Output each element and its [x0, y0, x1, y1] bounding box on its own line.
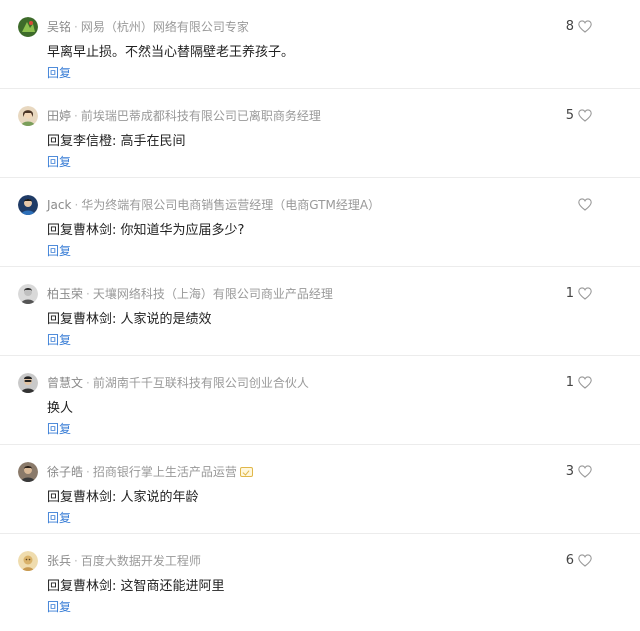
like-button[interactable]: 8 [566, 17, 592, 35]
heart-icon [578, 108, 592, 122]
author-title: 百度大数据开发工程师 [80, 554, 201, 568]
reply-button[interactable]: 回复 [47, 64, 71, 82]
comment-item: Jack · 华为终端有限公司电商销售运营经理（电商GTM经理A） 回复曹林剑: 你… [0, 178, 640, 267]
comment-item: 曾慧文 · 前湖南千千互联科技有限公司创业合伙人 换人 回复 1 [0, 356, 640, 445]
heart-icon [578, 375, 592, 389]
author-name[interactable]: 吴铭 [47, 20, 71, 34]
comment-text: 回复曹林剑: 这智商还能进阿里 [47, 579, 225, 594]
author-name[interactable]: 田婷 [47, 109, 71, 123]
separator-dot: · [74, 109, 78, 123]
reply-button[interactable]: 回复 [47, 420, 71, 438]
separator-dot: · [74, 20, 78, 34]
like-button[interactable] [568, 195, 592, 213]
reply-button[interactable]: 回复 [47, 153, 71, 171]
separator-dot: · [86, 376, 90, 390]
avatar[interactable] [18, 17, 38, 37]
avatar[interactable] [18, 284, 38, 304]
separator-dot: · [74, 554, 78, 568]
avatar[interactable] [18, 106, 38, 126]
like-button[interactable]: 5 [566, 106, 592, 124]
heart-icon [578, 197, 592, 211]
author-name[interactable]: 柏玉荣 [47, 287, 83, 301]
comment-list: 吴铭 · 网易（杭州）网络有限公司专家 早离早止损。不然当心替隔壁老王养孩子。 回复… [0, 0, 640, 629]
like-count: 5 [565, 107, 574, 123]
heart-icon [578, 553, 592, 567]
comment-item: 徐子皓 · 招商银行掌上生活产品运营 回复曹林剑: 人家说的年龄 回复 3 [0, 445, 640, 534]
verified-badge-icon [239, 467, 253, 477]
comment-text: 换人 [47, 401, 74, 416]
reply-button[interactable]: 回复 [47, 509, 71, 527]
comment-item: 田婷 · 前埃瑞巴蒂成都科技有限公司已离职商务经理 回复李信橙: 高手在民间 回复 … [0, 89, 640, 178]
author-title: 天壤网络科技（上海）有限公司商业产品经理 [92, 287, 333, 301]
comment-meta: 田婷 · 前埃瑞巴蒂成都科技有限公司已离职商务经理 [47, 106, 321, 126]
reply-button[interactable]: 回复 [47, 242, 71, 260]
heart-icon [578, 464, 592, 478]
reply-button[interactable]: 回复 [47, 598, 71, 616]
comment-meta: 柏玉荣 · 天壤网络科技（上海）有限公司商业产品经理 [47, 284, 333, 304]
author-name[interactable]: 徐子皓 [47, 465, 83, 479]
comment-meta: 徐子皓 · 招商银行掌上生活产品运营 [47, 462, 253, 482]
separator-dot: · [86, 465, 90, 479]
comment-text: 回复曹林剑: 人家说的是绩效 [47, 312, 212, 327]
comment-text: 回复李信橙: 高手在民间 [47, 134, 186, 149]
comment-text: 回复曹林剑: 你知道华为应届多少? [47, 223, 245, 238]
heart-icon [578, 19, 592, 33]
comment-meta: 曾慧文 · 前湖南千千互联科技有限公司创业合伙人 [47, 373, 309, 393]
author-title: 前埃瑞巴蒂成都科技有限公司已离职商务经理 [80, 109, 321, 123]
like-button[interactable]: 6 [566, 551, 592, 569]
comment-meta: Jack · 华为终端有限公司电商销售运营经理（电商GTM经理A） [47, 195, 380, 215]
comment-meta: 吴铭 · 网易（杭州）网络有限公司专家 [47, 17, 249, 37]
like-count: 1 [565, 374, 574, 390]
separator-dot: · [74, 198, 79, 212]
like-button[interactable]: 3 [566, 462, 592, 480]
author-name[interactable]: 张兵 [47, 554, 71, 568]
separator-dot: · [86, 287, 90, 301]
author-name[interactable]: Jack [47, 198, 71, 212]
comment-meta: 张兵 · 百度大数据开发工程师 [47, 551, 201, 571]
avatar[interactable] [18, 373, 38, 393]
avatar[interactable] [18, 551, 38, 571]
avatar[interactable] [18, 462, 38, 482]
heart-icon [578, 286, 592, 300]
comment-item: 吴铭 · 网易（杭州）网络有限公司专家 早离早止损。不然当心替隔壁老王养孩子。 回复… [0, 0, 640, 89]
like-button[interactable]: 1 [566, 284, 592, 302]
like-count: 3 [565, 463, 574, 479]
comment-item: 张兵 · 百度大数据开发工程师 回复曹林剑: 这智商还能进阿里 回复 6 [0, 534, 640, 629]
avatar[interactable] [18, 195, 38, 215]
like-button[interactable]: 1 [566, 373, 592, 391]
like-count: 8 [565, 18, 574, 34]
comment-text: 回复曹林剑: 人家说的年龄 [47, 490, 199, 505]
like-count: 6 [565, 552, 574, 568]
author-name[interactable]: 曾慧文 [47, 376, 83, 390]
reply-button[interactable]: 回复 [47, 331, 71, 349]
like-count: 1 [565, 285, 574, 301]
author-title: 招商银行掌上生活产品运营 [92, 465, 237, 479]
author-title: 前湖南千千互联科技有限公司创业合伙人 [92, 376, 309, 390]
comment-item: 柏玉荣 · 天壤网络科技（上海）有限公司商业产品经理 回复曹林剑: 人家说的是绩效 … [0, 267, 640, 356]
author-title: 华为终端有限公司电商销售运营经理（电商GTM经理A） [81, 198, 381, 212]
comment-text: 早离早止损。不然当心替隔壁老王养孩子。 [47, 45, 295, 60]
author-title: 网易（杭州）网络有限公司专家 [80, 20, 249, 34]
